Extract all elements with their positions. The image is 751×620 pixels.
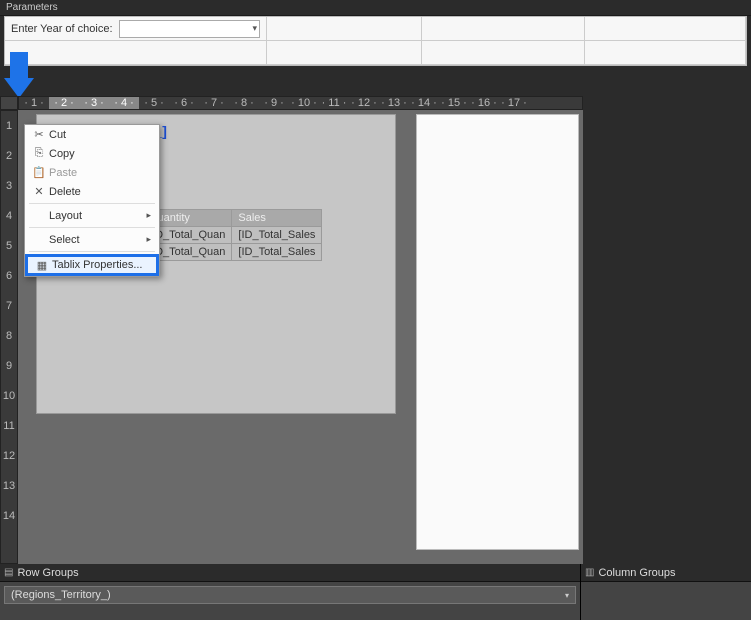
- context-menu-label: Delete: [49, 186, 151, 198]
- chevron-right-icon: ▸: [146, 234, 151, 245]
- ruler-tick: 10: [3, 381, 15, 411]
- parameter-cell-empty: [585, 41, 746, 65]
- tablix-cell[interactable]: [ID_Total_Sales: [232, 244, 322, 261]
- ruler-tick: 4: [6, 201, 12, 231]
- paste-icon: 📋: [29, 166, 49, 179]
- column-groups-header: ▥ Column Groups: [581, 564, 751, 582]
- ruler-vertical: 1234567891011121314: [0, 110, 18, 564]
- row-groups-panel: ▤ Row Groups (Regions_Territory_) ▾: [0, 564, 581, 620]
- ruler-tick: 2: [6, 141, 12, 171]
- context-menu-item-select[interactable]: Select▸: [25, 230, 159, 249]
- cut-icon: ✂: [29, 128, 49, 141]
- parameter-label: Enter Year of choice:: [11, 23, 113, 35]
- copy-icon: ⎘: [29, 147, 49, 160]
- parameters-panel-header: Parameters: [0, 0, 751, 16]
- context-menu-item-tablix-properties[interactable]: ▦Tablix Properties...: [25, 254, 159, 276]
- chevron-down-icon: ▾: [565, 591, 569, 600]
- delete-icon: ✕: [29, 185, 49, 198]
- ruler-tick: 12: [3, 441, 15, 471]
- parameter-dropdown[interactable]: ▾: [119, 20, 260, 38]
- context-menu-separator: [29, 227, 155, 228]
- groups-panel: ▤ Row Groups (Regions_Territory_) ▾ ▥ Co…: [0, 564, 751, 620]
- context-menu-label: Cut: [49, 129, 151, 141]
- ruler-tick: · 9 ·: [259, 97, 289, 109]
- row-group-item[interactable]: (Regions_Territory_) ▾: [4, 586, 576, 604]
- parameter-cell-empty: [422, 17, 585, 41]
- tablix-cell[interactable]: [ID_Total_Sales: [232, 227, 322, 244]
- ruler-tick: · 2 ·: [49, 97, 79, 109]
- ruler-tick: 3: [6, 171, 12, 201]
- column-groups-icon: ▥: [585, 567, 594, 578]
- chevron-down-icon: ▾: [252, 23, 257, 34]
- ruler-tick: 14: [3, 501, 15, 531]
- ruler-tick: · 5 ·: [139, 97, 169, 109]
- ruler-tick: · 4 ·: [109, 97, 139, 109]
- ruler-tick: 1: [6, 111, 12, 141]
- ruler-tick: 9: [6, 351, 12, 381]
- parameter-cell: Enter Year of choice: ▾: [5, 17, 267, 41]
- ruler-tick: · 15 ·: [439, 97, 469, 109]
- context-menu: ✂Cut⎘Copy📋Paste✕DeleteLayout▸Select▸▦Tab…: [24, 124, 160, 277]
- ruler-tick: · 6 ·: [169, 97, 199, 109]
- parameter-cell-empty: [422, 41, 585, 65]
- parameters-grid: Enter Year of choice: ▾: [4, 16, 747, 66]
- ruler-tick: 6: [6, 261, 12, 291]
- context-menu-label: Paste: [49, 167, 151, 179]
- ruler-tick: 7: [6, 291, 12, 321]
- ruler-tick: 13: [3, 471, 15, 501]
- context-menu-item-copy[interactable]: ⎘Copy: [25, 144, 159, 163]
- ruler-tick: · 8 ·: [229, 97, 259, 109]
- ruler-tick: 8: [6, 321, 12, 351]
- ruler-tick: · 12 ·: [349, 97, 379, 109]
- report-whitespace: [416, 114, 579, 550]
- parameter-cell-empty: [267, 41, 422, 65]
- context-menu-item-paste: 📋Paste: [25, 163, 159, 182]
- ruler-tick: · 3 ·: [79, 97, 109, 109]
- parameter-cell-empty: [267, 17, 422, 41]
- context-menu-separator: [29, 203, 155, 204]
- ruler-tick: · 1 ·: [19, 97, 49, 109]
- tablix-icon: ▦: [32, 259, 52, 272]
- parameter-cell-empty: [585, 17, 746, 41]
- ruler-tick: · 17 ·: [499, 97, 529, 109]
- row-groups-header: ▤ Row Groups: [0, 564, 580, 582]
- ruler-tick: 11: [3, 411, 14, 441]
- ruler-tick: · 13 ·: [379, 97, 409, 109]
- tablix-header-cell[interactable]: Sales: [232, 210, 322, 227]
- row-group-label: (Regions_Territory_): [11, 589, 111, 601]
- context-menu-item-delete[interactable]: ✕Delete: [25, 182, 159, 201]
- context-menu-item-layout[interactable]: Layout▸: [25, 206, 159, 225]
- context-menu-label: Tablix Properties...: [52, 259, 148, 271]
- row-groups-icon: ▤: [4, 567, 13, 578]
- ruler-horizontal: · 1 ·· 2 ·· 3 ·· 4 ·· 5 ·· 6 ·· 7 ·· 8 ·…: [18, 96, 583, 110]
- parameter-cell-empty: [5, 41, 267, 65]
- ruler-tick: · 11 ·: [319, 97, 349, 109]
- context-menu-separator: [29, 251, 155, 252]
- ruler-tick: · 14 ·: [409, 97, 439, 109]
- context-menu-label: Layout: [49, 210, 146, 222]
- ruler-tick: 5: [6, 231, 12, 261]
- ruler-tick: · 16 ·: [469, 97, 499, 109]
- ruler-corner: [0, 96, 18, 110]
- context-menu-label: Copy: [49, 148, 151, 160]
- context-menu-label: Select: [49, 234, 146, 246]
- chevron-right-icon: ▸: [146, 210, 151, 221]
- context-menu-item-cut[interactable]: ✂Cut: [25, 125, 159, 144]
- column-groups-panel: ▥ Column Groups: [581, 564, 751, 620]
- ruler-tick: · 7 ·: [199, 97, 229, 109]
- ruler-tick: · 10 ·: [289, 97, 319, 109]
